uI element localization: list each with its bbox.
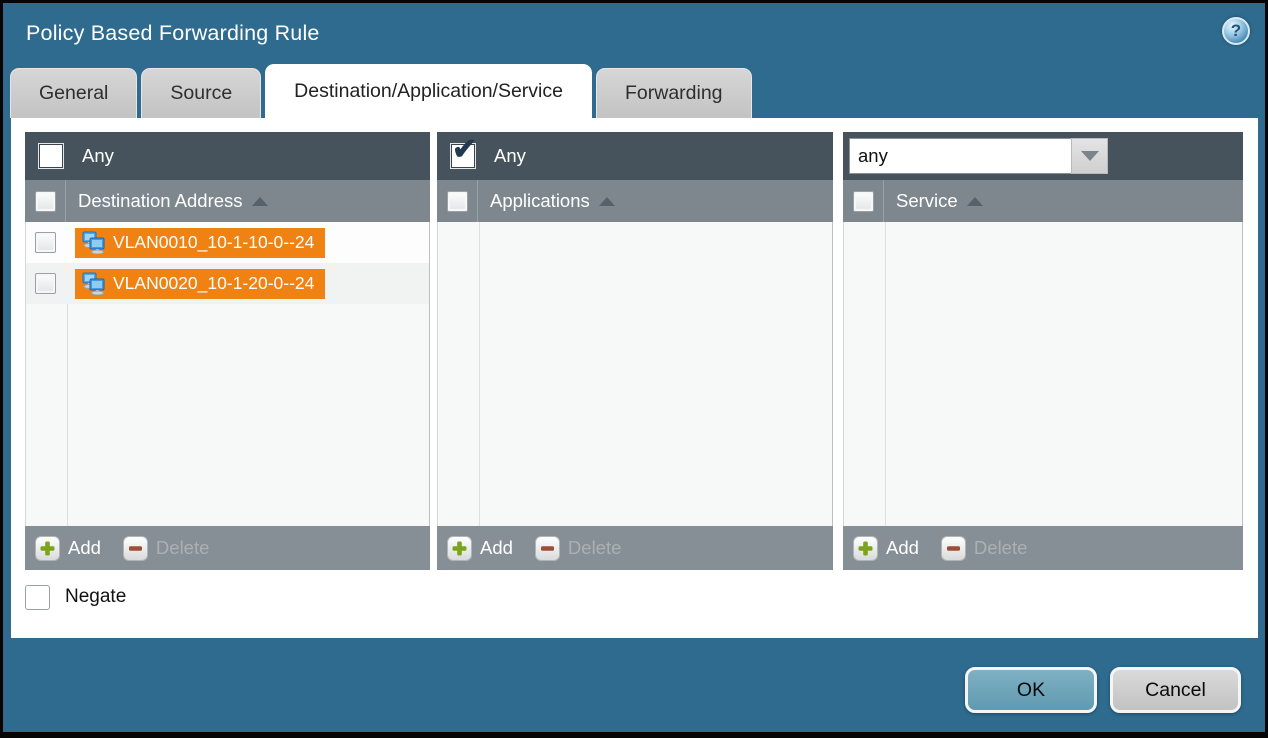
tab-forwarding[interactable]: Forwarding: [596, 68, 752, 118]
destination-address-list: VLAN0010_10-1-10-0--24: [25, 222, 430, 526]
applications-header[interactable]: Applications: [437, 180, 833, 222]
table-row[interactable]: VLAN0010_10-1-10-0--24: [26, 222, 429, 263]
service-type-value[interactable]: any: [849, 138, 1071, 174]
service-list: [843, 222, 1243, 526]
minus-icon: [535, 536, 560, 561]
service-header-label: Service: [896, 190, 958, 212]
plus-icon: [853, 536, 878, 561]
add-application-button[interactable]: Add: [447, 536, 513, 561]
delete-application-button: Delete: [535, 536, 621, 561]
destination-footer-bar: Add Delete: [25, 526, 430, 570]
applications-any-checkbox[interactable]: ✔: [450, 143, 476, 169]
destination-select-all-checkbox[interactable]: [35, 191, 56, 212]
minus-icon: [123, 536, 148, 561]
dialog-button-row: OK Cancel: [965, 667, 1241, 713]
service-select-all-checkbox[interactable]: [853, 191, 874, 212]
destination-any-bar: ✔ Any: [25, 132, 430, 180]
applications-header-label: Applications: [490, 190, 590, 212]
sort-ascending-icon: [967, 197, 983, 206]
policy-based-forwarding-dialog: Policy Based Forwarding Rule ? General S…: [0, 0, 1268, 738]
delete-label: Delete: [568, 537, 621, 559]
gutter-divider: [479, 222, 480, 526]
dialog-title: Policy Based Forwarding Rule: [26, 21, 320, 46]
sort-ascending-icon: [599, 197, 615, 206]
tab-source[interactable]: Source: [141, 68, 261, 118]
cancel-button[interactable]: Cancel: [1110, 667, 1241, 713]
delete-label: Delete: [974, 537, 1027, 559]
service-header[interactable]: Service: [843, 180, 1243, 222]
service-column: any Service Add: [843, 132, 1243, 570]
destination-select-all-gutter: [25, 180, 66, 222]
service-footer-bar: Add Delete: [843, 526, 1243, 570]
destination-address-header[interactable]: Destination Address: [25, 180, 430, 222]
delete-service-button: Delete: [941, 536, 1027, 561]
destination-header-label: Destination Address: [78, 190, 243, 212]
delete-destination-button: Delete: [123, 536, 209, 561]
applications-column: ✔ Any Applications Add: [437, 132, 833, 570]
sort-ascending-icon: [252, 197, 268, 206]
negate-label: Negate: [65, 586, 126, 608]
tab-destination-application-service[interactable]: Destination/Application/Service: [265, 64, 592, 118]
row-checkbox[interactable]: [35, 232, 56, 253]
help-icon[interactable]: ?: [1222, 17, 1250, 45]
add-service-button[interactable]: Add: [853, 536, 919, 561]
applications-any-label: Any: [494, 145, 526, 167]
add-label: Add: [480, 537, 513, 559]
tab-general[interactable]: General: [10, 68, 137, 118]
ok-button[interactable]: OK: [965, 667, 1097, 713]
applications-list: [437, 222, 833, 526]
gutter-divider: [885, 222, 886, 526]
negate-checkbox[interactable]: [25, 585, 50, 610]
destination-any-checkbox[interactable]: ✔: [38, 143, 64, 169]
applications-select-all-gutter: [437, 180, 478, 222]
address-object-chip[interactable]: VLAN0020_10-1-20-0--24: [75, 269, 325, 299]
address-group-icon: [80, 272, 106, 295]
address-object-label: VLAN0010_10-1-10-0--24: [113, 232, 314, 253]
add-label: Add: [886, 537, 919, 559]
dialog-titlebar: Policy Based Forwarding Rule ?: [3, 3, 1265, 64]
service-type-dropdown[interactable]: any: [849, 138, 1108, 174]
address-object-chip[interactable]: VLAN0010_10-1-10-0--24: [75, 228, 325, 258]
destination-address-column: ✔ Any Destination Address: [25, 132, 430, 570]
applications-select-all-checkbox[interactable]: [447, 191, 468, 212]
add-destination-button[interactable]: Add: [35, 536, 101, 561]
applications-footer-bar: Add Delete: [437, 526, 833, 570]
service-any-bar: any: [843, 132, 1243, 180]
tab-content-panel: ✔ Any Destination Address: [11, 118, 1258, 638]
plus-icon: [35, 536, 60, 561]
row-checkbox[interactable]: [35, 273, 56, 294]
table-row[interactable]: VLAN0020_10-1-20-0--24: [26, 263, 429, 304]
minus-icon: [941, 536, 966, 561]
address-group-icon: [80, 231, 106, 254]
negate-option: Negate: [25, 580, 126, 614]
destination-any-label: Any: [82, 145, 114, 167]
service-select-all-gutter: [843, 180, 884, 222]
plus-icon: [447, 536, 472, 561]
add-label: Add: [68, 537, 101, 559]
dropdown-button[interactable]: [1071, 138, 1108, 174]
applications-any-bar: ✔ Any: [437, 132, 833, 180]
tab-bar: General Source Destination/Application/S…: [10, 64, 1265, 118]
chevron-down-icon: [1081, 151, 1099, 161]
delete-label: Delete: [156, 537, 209, 559]
address-object-label: VLAN0020_10-1-20-0--24: [113, 273, 314, 294]
